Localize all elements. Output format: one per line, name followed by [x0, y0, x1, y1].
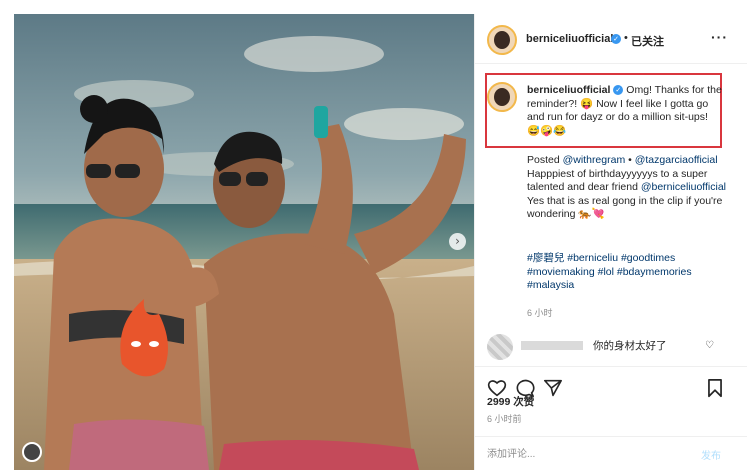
- caption-verified-icon: ✓: [613, 85, 624, 96]
- mention-berniceliu[interactable]: @berniceliuofficial: [641, 181, 726, 193]
- commenter-username-blurred[interactable]: [521, 341, 583, 350]
- post-comment-button[interactable]: 发布: [701, 447, 721, 462]
- header-separator: •: [624, 32, 628, 44]
- comment-item: 你的身材太好了 ♡: [475, 332, 747, 362]
- caption-author-avatar[interactable]: [487, 82, 517, 112]
- action-bar: [475, 366, 747, 398]
- post-header: berniceliuofficial ✓ • 已关注 ···: [475, 14, 747, 64]
- follow-status-button[interactable]: 已关注: [631, 33, 664, 49]
- description-text-2: Yes that is as real gong in the clip if …: [527, 194, 723, 221]
- caption-username[interactable]: berniceliuofficial: [527, 84, 610, 96]
- commenter-avatar[interactable]: [487, 334, 513, 360]
- posted-separator: •: [625, 154, 632, 166]
- caption-time: 6 小时: [527, 308, 553, 318]
- posted-prefix: Posted: [527, 154, 563, 166]
- chevron-right-icon: ›: [455, 234, 460, 248]
- comment-input[interactable]: [487, 445, 687, 463]
- next-photo-button[interactable]: ›: [449, 233, 466, 250]
- share-icon[interactable]: [543, 379, 563, 397]
- tagged-user-avatar[interactable]: [22, 442, 42, 462]
- author-avatar[interactable]: [487, 25, 517, 55]
- comment-text: 你的身材太好了: [593, 340, 667, 352]
- caption: berniceliuofficial ✓ Omg! Thanks for the…: [527, 84, 722, 138]
- mention-withregram[interactable]: @withregram: [563, 154, 626, 166]
- post-description: Posted @withregram • @tazgarciaofficial …: [527, 154, 727, 222]
- like-count[interactable]: 2999 次赞: [487, 394, 534, 409]
- author-username[interactable]: berniceliuofficial: [526, 33, 613, 45]
- mention-tazgarcia[interactable]: @tazgarciaofficial: [635, 154, 718, 166]
- post-timestamp: 6 小时前: [487, 414, 522, 424]
- post-details-panel: berniceliuofficial ✓ • 已关注 ··· berniceli…: [474, 14, 747, 470]
- comment-like-icon[interactable]: ♡: [705, 340, 714, 351]
- beach-photo-illustration: [14, 14, 474, 470]
- post-photo[interactable]: [14, 14, 474, 470]
- hashtag-list[interactable]: #廖碧兒 #berniceliu #goodtimes #moviemaking…: [527, 252, 727, 293]
- comment-composer: 发布: [475, 436, 747, 470]
- more-options-icon[interactable]: ···: [711, 29, 728, 45]
- bookmark-icon[interactable]: [707, 379, 723, 398]
- verified-badge-icon: ✓: [611, 34, 621, 44]
